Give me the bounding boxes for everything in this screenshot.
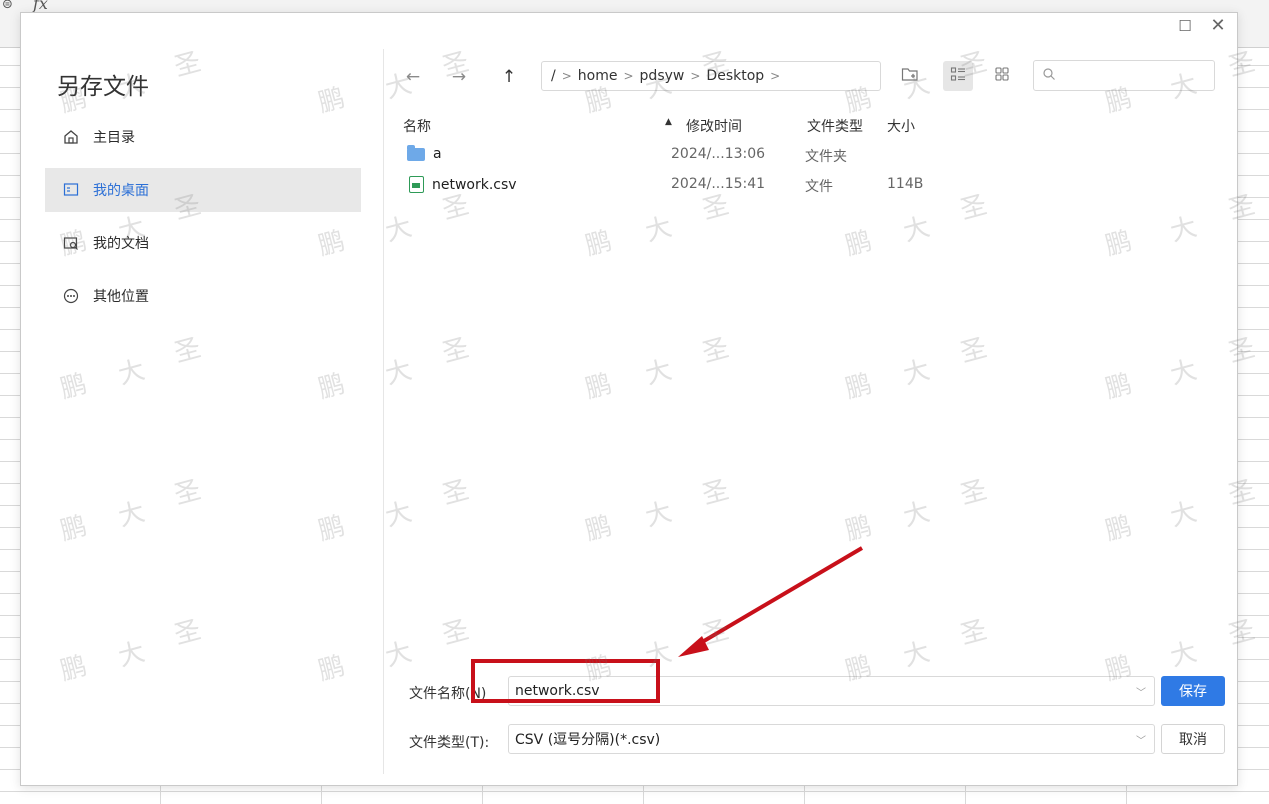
sidebar-divider: [383, 49, 384, 774]
up-button[interactable]: ↑: [497, 65, 521, 89]
file-type: 文件夹: [805, 149, 847, 165]
documents-icon: [63, 235, 79, 251]
dialog-title: 另存文件: [57, 74, 149, 100]
filetype-value: CSV (逗号分隔)(*.csv): [515, 732, 661, 748]
file-size: 114B: [887, 176, 924, 192]
zoom-icon[interactable]: ⊜: [2, 0, 13, 12]
grid-view-button[interactable]: [987, 61, 1017, 91]
sidebar-item-home[interactable]: 主目录: [45, 115, 361, 159]
breadcrumb-home[interactable]: home: [575, 68, 621, 84]
forward-button[interactable]: →: [447, 65, 471, 89]
chevron-down-icon[interactable]: ﹀: [1136, 684, 1146, 699]
more-locations-icon: [63, 288, 79, 304]
list-view-icon: [950, 66, 966, 86]
grid-view-icon: [994, 66, 1010, 86]
sidebar: 另存文件 主目录 我的桌面 我的文档 其他位置: [21, 13, 383, 785]
breadcrumb-separator: >: [690, 69, 701, 83]
csv-file-icon: [409, 176, 424, 193]
sidebar-item-label: 其他位置: [93, 289, 149, 305]
breadcrumb: / > home > pdsyw > Desktop >: [541, 61, 881, 91]
cancel-button[interactable]: 取消: [1161, 724, 1225, 754]
file-name: network.csv: [432, 176, 517, 193]
breadcrumb-root[interactable]: /: [548, 68, 559, 84]
search-input[interactable]: [1033, 60, 1215, 91]
sidebar-item-desktop[interactable]: 我的桌面: [45, 168, 361, 212]
breadcrumb-pdsyw[interactable]: pdsyw: [637, 68, 688, 84]
sidebar-item-label: 我的桌面: [93, 183, 149, 199]
file-modified: 2024/...13:06: [671, 146, 766, 162]
file-type: 文件: [805, 179, 833, 195]
back-button[interactable]: ←: [401, 65, 425, 89]
close-icon[interactable]: ✕: [1206, 14, 1230, 38]
list-view-button[interactable]: [943, 61, 973, 91]
search-icon: [1042, 66, 1056, 85]
save-button[interactable]: 保存: [1161, 676, 1225, 706]
new-folder-icon: [901, 66, 919, 86]
folder-icon: [407, 144, 425, 161]
breadcrumb-desktop[interactable]: Desktop: [703, 68, 767, 84]
breadcrumb-separator: >: [770, 69, 781, 83]
column-header-name[interactable]: 名称: [403, 116, 431, 136]
column-header-type[interactable]: 文件类型: [807, 116, 863, 136]
sidebar-item-other-locations[interactable]: 其他位置: [45, 274, 361, 318]
annotation-arrow: [678, 546, 864, 657]
column-header-size[interactable]: 大小: [887, 116, 915, 136]
home-icon: [63, 129, 79, 145]
column-header-modified[interactable]: 修改时间: [686, 116, 742, 136]
sidebar-item-label: 主目录: [93, 130, 135, 146]
file-name: a: [433, 146, 442, 162]
filetype-select[interactable]: CSV (逗号分隔)(*.csv) ﹀: [508, 724, 1155, 754]
breadcrumb-separator: >: [561, 69, 572, 83]
new-folder-button[interactable]: [895, 61, 925, 91]
file-modified: 2024/...15:41: [671, 176, 766, 192]
sort-ascending-icon: ▲: [665, 117, 672, 127]
chevron-down-icon: ﹀: [1136, 736, 1146, 747]
breadcrumb-separator: >: [623, 69, 634, 83]
desktop-icon: [63, 182, 79, 198]
annotation-highlight-box: [471, 659, 660, 703]
table-row[interactable]: a 2024/...13:06 文件夹: [401, 140, 1221, 170]
sidebar-item-label: 我的文档: [93, 236, 149, 252]
maximize-icon[interactable]: ☐: [1173, 14, 1197, 38]
sidebar-item-documents[interactable]: 我的文档: [45, 221, 361, 265]
filetype-label: 文件类型(T):: [409, 735, 490, 751]
table-row[interactable]: network.csv 2024/...15:41 文件 114B: [401, 170, 1221, 200]
